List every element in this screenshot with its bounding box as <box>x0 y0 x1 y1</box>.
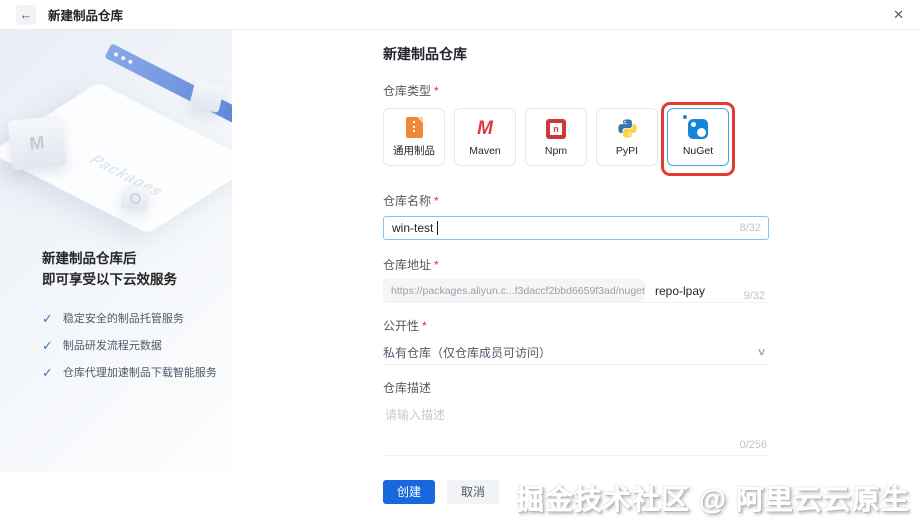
repo-type-cards: 通用制品 M Maven n Npm PyPI NuGet <box>383 102 769 178</box>
red-annotation-highlight: NuGet <box>661 102 735 176</box>
benefit-label: 仓库代理加速制品下载智能服务 <box>62 367 217 379</box>
generic-package-icon <box>405 116 423 138</box>
maven-icon: M <box>477 117 493 139</box>
repo-address-label: 仓库地址 * <box>383 258 439 272</box>
packages-illustration: Packages M <box>0 30 232 240</box>
package-box-tiny-illustration <box>120 184 150 212</box>
visibility-value: 私有仓库（仅仓库成员可访问） <box>383 345 552 360</box>
benefits-sidebar: Packages M 新建制品仓库后 即可享受以下云效服务 ✓ 稳定安全的制品托… <box>0 30 232 472</box>
type-card-label: Maven <box>469 144 501 157</box>
type-card-nuget[interactable]: NuGet <box>667 108 729 166</box>
cancel-button[interactable]: 取消 <box>447 480 500 504</box>
text-caret <box>437 221 438 235</box>
create-button[interactable]: 创建 <box>383 480 436 504</box>
close-icon: ✕ <box>893 6 904 22</box>
check-icon: ✓ <box>42 311 53 326</box>
description-label: 仓库描述 <box>383 381 432 395</box>
description-textarea[interactable] <box>383 402 769 456</box>
type-card-label: PyPI <box>615 144 639 157</box>
type-card-label: 通用制品 <box>393 145 435 157</box>
type-card-maven[interactable]: M Maven <box>454 108 516 166</box>
benefit-item: ✓ 仓库代理加速制品下载智能服务 <box>42 366 222 380</box>
form-title: 新建制品仓库 <box>383 46 467 62</box>
package-box-illustration: M <box>7 115 67 171</box>
type-card-generic[interactable]: 通用制品 <box>383 108 445 166</box>
dialog-title: 新建制品仓库 <box>48 9 124 23</box>
type-card-label: Npm <box>544 144 568 157</box>
npm-icon: n <box>546 118 566 139</box>
sidebar-heading-line1: 新建制品仓库后 <box>42 251 137 266</box>
type-card-npm[interactable]: n Npm <box>525 108 587 166</box>
repo-name-counter: 8/32 <box>739 222 761 234</box>
create-repo-form: 新建制品仓库 仓库类型 * 通用制品 M Maven n Npm PyPI Nu… <box>383 30 769 504</box>
repo-type-label: 仓库类型 * <box>383 84 439 98</box>
benefit-item: ✓ 制品研发流程元数据 <box>42 339 222 353</box>
dialog-header: ← 新建制品仓库 ✕ <box>0 0 920 30</box>
benefit-label: 制品研发流程元数据 <box>62 340 162 352</box>
check-icon: ✓ <box>42 338 53 353</box>
sidebar-heading-line2: 即可享受以下云效服务 <box>42 272 177 287</box>
chevron-down-icon: ∨ <box>756 346 767 358</box>
description-counter: 0/256 <box>739 439 767 451</box>
check-icon: ✓ <box>42 365 53 380</box>
visibility-label: 公开性 * <box>383 319 427 333</box>
arrow-left-icon: ← <box>19 7 33 22</box>
nuget-icon <box>683 114 708 139</box>
benefit-item: ✓ 稳定安全的制品托管服务 <box>42 312 222 326</box>
repo-address-prefix: https://packages.aliyun.c...f3daccf2bbd6… <box>383 279 645 302</box>
repo-address-counter: 9/32 <box>743 290 765 302</box>
pypi-icon <box>617 119 637 138</box>
close-button[interactable]: ✕ <box>893 7 904 23</box>
repo-address-input[interactable]: repo-lpay 9/32 <box>645 279 769 302</box>
repo-address-field: https://packages.aliyun.c...f3daccf2bbd6… <box>383 279 769 303</box>
back-button[interactable]: ← <box>16 4 36 25</box>
repo-name-input[interactable] <box>383 216 769 240</box>
visibility-select[interactable]: 私有仓库（仅仓库成员可访问） ∨ <box>383 340 769 365</box>
benefit-label: 稳定安全的制品托管服务 <box>62 313 184 325</box>
type-card-label: NuGet <box>682 144 714 157</box>
type-card-pypi[interactable]: PyPI <box>596 108 658 166</box>
repo-name-label: 仓库名称 * <box>383 194 439 208</box>
